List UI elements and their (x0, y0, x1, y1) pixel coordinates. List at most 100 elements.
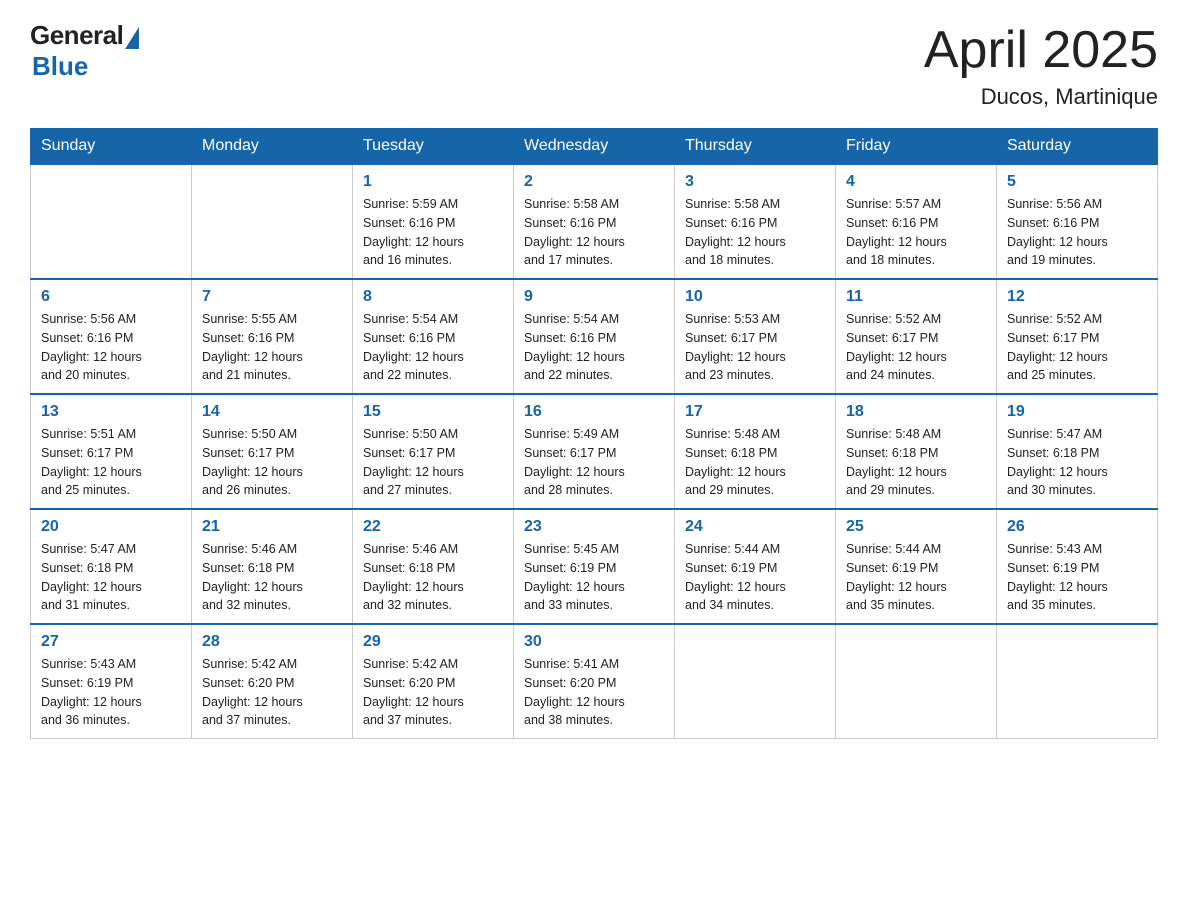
calendar-day-cell: 25 Sunrise: 5:44 AM Sunset: 6:19 PM Dayli… (836, 509, 997, 624)
day-info: Sunrise: 5:51 AM Sunset: 6:17 PM Dayligh… (41, 427, 142, 497)
calendar-day-cell: 4 Sunrise: 5:57 AM Sunset: 6:16 PM Daylig… (836, 164, 997, 279)
header: General Blue April 2025 Ducos, Martiniqu… (30, 20, 1158, 110)
day-number: 25 (846, 518, 986, 536)
weekday-header-cell: Tuesday (353, 129, 514, 165)
weekday-header-cell: Monday (192, 129, 353, 165)
day-number: 29 (363, 633, 503, 651)
calendar-day-cell: 15 Sunrise: 5:50 AM Sunset: 6:17 PM Dayli… (353, 394, 514, 509)
calendar-day-cell: 14 Sunrise: 5:50 AM Sunset: 6:17 PM Dayli… (192, 394, 353, 509)
day-number: 26 (1007, 518, 1147, 536)
day-info: Sunrise: 5:44 AM Sunset: 6:19 PM Dayligh… (846, 542, 947, 612)
day-number: 28 (202, 633, 342, 651)
day-number: 5 (1007, 173, 1147, 191)
calendar-week-row: 6Sunrise: 5:56 AM Sunset: 6:16 PM Daylig… (31, 279, 1158, 394)
month-title: April 2025 (924, 20, 1158, 80)
day-info: Sunrise: 5:52 AM Sunset: 6:17 PM Dayligh… (846, 312, 947, 382)
location-title: Ducos, Martinique (924, 84, 1158, 110)
calendar-day-cell: 23 Sunrise: 5:45 AM Sunset: 6:19 PM Dayli… (514, 509, 675, 624)
calendar-day-cell: 18Sunrise: 5:48 AM Sunset: 6:18 PM Dayli… (836, 394, 997, 509)
calendar-week-row: 27 Sunrise: 5:43 AM Sunset: 6:19 PM Dayli… (31, 624, 1158, 739)
logo: General Blue (30, 20, 139, 82)
day-info: Sunrise: 5:50 AM Sunset: 6:17 PM Dayligh… (363, 427, 464, 497)
weekday-header-cell: Friday (836, 129, 997, 165)
logo-general-text: General (30, 20, 123, 51)
day-number: 12 (1007, 288, 1147, 306)
day-info: Sunrise: 5:43 AM Sunset: 6:19 PM Dayligh… (41, 657, 142, 727)
calendar-day-cell: 6Sunrise: 5:56 AM Sunset: 6:16 PM Daylig… (31, 279, 192, 394)
weekday-header-cell: Sunday (31, 129, 192, 165)
day-info: Sunrise: 5:53 AM Sunset: 6:17 PM Dayligh… (685, 312, 786, 382)
day-info: Sunrise: 5:50 AM Sunset: 6:17 PM Dayligh… (202, 427, 303, 497)
calendar-day-cell (192, 164, 353, 279)
day-info: Sunrise: 5:41 AM Sunset: 6:20 PM Dayligh… (524, 657, 625, 727)
day-info: Sunrise: 5:43 AM Sunset: 6:19 PM Dayligh… (1007, 542, 1108, 612)
day-number: 27 (41, 633, 181, 651)
calendar-day-cell: 2Sunrise: 5:58 AM Sunset: 6:16 PM Daylig… (514, 164, 675, 279)
title-area: April 2025 Ducos, Martinique (924, 20, 1158, 110)
day-number: 11 (846, 288, 986, 306)
day-number: 18 (846, 403, 986, 421)
logo-blue-text: Blue (32, 51, 88, 82)
day-number: 17 (685, 403, 825, 421)
day-info: Sunrise: 5:47 AM Sunset: 6:18 PM Dayligh… (41, 542, 142, 612)
calendar-day-cell: 5 Sunrise: 5:56 AM Sunset: 6:16 PM Daylig… (997, 164, 1158, 279)
calendar-day-cell: 10 Sunrise: 5:53 AM Sunset: 6:17 PM Dayli… (675, 279, 836, 394)
calendar-table: SundayMondayTuesdayWednesdayThursdayFrid… (30, 128, 1158, 739)
day-number: 23 (524, 518, 664, 536)
day-number: 24 (685, 518, 825, 536)
calendar-day-cell: 27 Sunrise: 5:43 AM Sunset: 6:19 PM Dayli… (31, 624, 192, 739)
logo-triangle-icon (125, 27, 139, 49)
calendar-day-cell: 22 Sunrise: 5:46 AM Sunset: 6:18 PM Dayli… (353, 509, 514, 624)
day-info: Sunrise: 5:55 AM Sunset: 6:16 PM Dayligh… (202, 312, 303, 382)
day-number: 13 (41, 403, 181, 421)
day-info: Sunrise: 5:42 AM Sunset: 6:20 PM Dayligh… (202, 657, 303, 727)
calendar-day-cell: 1Sunrise: 5:59 AM Sunset: 6:16 PM Daylig… (353, 164, 514, 279)
day-info: Sunrise: 5:52 AM Sunset: 6:17 PM Dayligh… (1007, 312, 1108, 382)
calendar-day-cell: 9 Sunrise: 5:54 AM Sunset: 6:16 PM Daylig… (514, 279, 675, 394)
day-number: 21 (202, 518, 342, 536)
day-info: Sunrise: 5:46 AM Sunset: 6:18 PM Dayligh… (202, 542, 303, 612)
day-number: 3 (685, 173, 825, 191)
day-info: Sunrise: 5:48 AM Sunset: 6:18 PM Dayligh… (685, 427, 786, 497)
day-info: Sunrise: 5:45 AM Sunset: 6:19 PM Dayligh… (524, 542, 625, 612)
day-number: 30 (524, 633, 664, 651)
day-info: Sunrise: 5:49 AM Sunset: 6:17 PM Dayligh… (524, 427, 625, 497)
calendar-day-cell: 13 Sunrise: 5:51 AM Sunset: 6:17 PM Dayli… (31, 394, 192, 509)
day-number: 8 (363, 288, 503, 306)
calendar-day-cell: 29 Sunrise: 5:42 AM Sunset: 6:20 PM Dayli… (353, 624, 514, 739)
day-number: 10 (685, 288, 825, 306)
calendar-day-cell: 26 Sunrise: 5:43 AM Sunset: 6:19 PM Dayli… (997, 509, 1158, 624)
calendar-day-cell (31, 164, 192, 279)
day-number: 15 (363, 403, 503, 421)
day-info: Sunrise: 5:46 AM Sunset: 6:18 PM Dayligh… (363, 542, 464, 612)
day-number: 19 (1007, 403, 1147, 421)
day-number: 4 (846, 173, 986, 191)
day-info: Sunrise: 5:58 AM Sunset: 6:16 PM Dayligh… (685, 197, 786, 267)
weekday-header-cell: Thursday (675, 129, 836, 165)
day-number: 20 (41, 518, 181, 536)
calendar-day-cell: 8Sunrise: 5:54 AM Sunset: 6:16 PM Daylig… (353, 279, 514, 394)
calendar-day-cell (675, 624, 836, 739)
calendar-week-row: 1Sunrise: 5:59 AM Sunset: 6:16 PM Daylig… (31, 164, 1158, 279)
day-info: Sunrise: 5:44 AM Sunset: 6:19 PM Dayligh… (685, 542, 786, 612)
day-info: Sunrise: 5:54 AM Sunset: 6:16 PM Dayligh… (524, 312, 625, 382)
day-number: 22 (363, 518, 503, 536)
day-info: Sunrise: 5:47 AM Sunset: 6:18 PM Dayligh… (1007, 427, 1108, 497)
day-info: Sunrise: 5:42 AM Sunset: 6:20 PM Dayligh… (363, 657, 464, 727)
day-number: 9 (524, 288, 664, 306)
day-number: 6 (41, 288, 181, 306)
weekday-header-cell: Wednesday (514, 129, 675, 165)
calendar-day-cell: 11 Sunrise: 5:52 AM Sunset: 6:17 PM Dayli… (836, 279, 997, 394)
day-info: Sunrise: 5:57 AM Sunset: 6:16 PM Dayligh… (846, 197, 947, 267)
day-info: Sunrise: 5:56 AM Sunset: 6:16 PM Dayligh… (1007, 197, 1108, 267)
calendar-day-cell: 19 Sunrise: 5:47 AM Sunset: 6:18 PM Dayli… (997, 394, 1158, 509)
day-info: Sunrise: 5:59 AM Sunset: 6:16 PM Dayligh… (363, 197, 464, 267)
calendar-day-cell: 16 Sunrise: 5:49 AM Sunset: 6:17 PM Dayli… (514, 394, 675, 509)
calendar-day-cell: 21 Sunrise: 5:46 AM Sunset: 6:18 PM Dayli… (192, 509, 353, 624)
calendar-body: 1Sunrise: 5:59 AM Sunset: 6:16 PM Daylig… (31, 164, 1158, 739)
calendar-day-cell: 7Sunrise: 5:55 AM Sunset: 6:16 PM Daylig… (192, 279, 353, 394)
day-number: 14 (202, 403, 342, 421)
calendar-day-cell: 3 Sunrise: 5:58 AM Sunset: 6:16 PM Daylig… (675, 164, 836, 279)
day-number: 16 (524, 403, 664, 421)
weekday-header-row: SundayMondayTuesdayWednesdayThursdayFrid… (31, 129, 1158, 165)
